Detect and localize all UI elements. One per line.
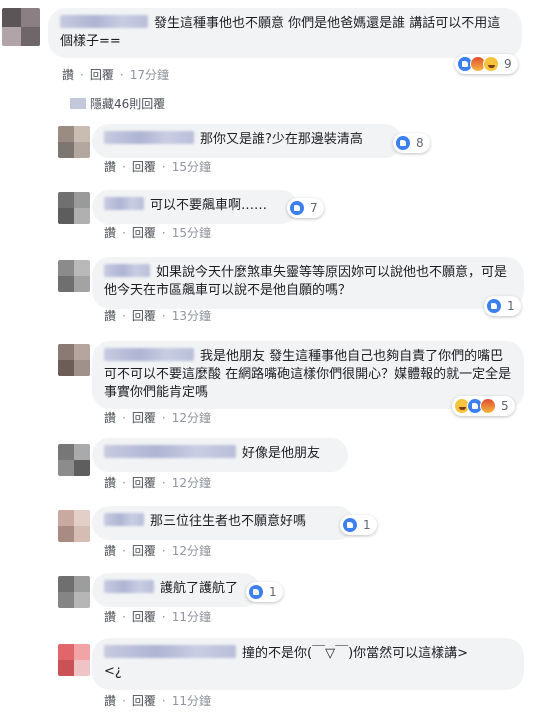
- comment-bubble: 如果說今天什麼煞車失靈等等原因妳可以說他也不願意，可是他今天在市區飆車可以說不是…: [92, 257, 524, 309]
- reply-link[interactable]: 回覆: [132, 694, 156, 708]
- reaction-count: 9: [504, 57, 512, 71]
- like-icon: [342, 517, 358, 533]
- commenter-name[interactable]: [104, 197, 144, 210]
- avatar[interactable]: [58, 510, 90, 542]
- reaction-summary[interactable]: 5: [452, 396, 515, 416]
- comment-actions: 讚 · 回覆 · 11分鐘: [104, 694, 211, 708]
- reaction-count: 7: [310, 201, 318, 215]
- like-icon: [486, 298, 502, 314]
- reaction-summary[interactable]: 1: [484, 296, 521, 316]
- avatar[interactable]: [58, 126, 90, 158]
- like-link[interactable]: 讚: [104, 226, 116, 240]
- reply-link[interactable]: 回覆: [132, 610, 156, 624]
- reaction-count: 1: [363, 518, 371, 532]
- comment-actions: 讚 · 回覆 · 15分鐘: [104, 160, 211, 174]
- comment-text: 如果說今天什麼煞車失靈等等原因妳可以說他也不願意，可是他今天在市區飆車可以說不是…: [104, 265, 508, 298]
- comment-text: 可以不要飆車啊……: [150, 198, 268, 213]
- avatar[interactable]: [58, 444, 90, 476]
- reply-link[interactable]: 回覆: [132, 476, 156, 490]
- reply-link[interactable]: 回覆: [132, 226, 156, 240]
- reply-link[interactable]: 回覆: [132, 544, 156, 558]
- haha-icon: [483, 56, 499, 72]
- timestamp[interactable]: 15分鐘: [172, 160, 211, 174]
- timestamp[interactable]: 11分鐘: [172, 694, 211, 708]
- timestamp[interactable]: 12分鐘: [172, 476, 211, 490]
- timestamp[interactable]: 11分鐘: [172, 610, 211, 624]
- avatar[interactable]: [58, 644, 90, 676]
- avatar[interactable]: [58, 192, 90, 224]
- comment-bubble: 護航了護航了: [92, 573, 260, 607]
- timestamp[interactable]: 13分鐘: [172, 309, 211, 323]
- like-icon: [289, 200, 305, 216]
- comment-actions: 讚 · 回覆 · 12分鐘: [104, 411, 211, 425]
- commenter-name[interactable]: [104, 264, 150, 277]
- avatar[interactable]: [2, 8, 40, 46]
- comment-bubble: 那你又是誰?少在那邊裝清高: [92, 124, 402, 158]
- commenter-name[interactable]: [104, 131, 194, 144]
- comment-actions: 讚 · 回覆 · 13分鐘: [104, 309, 211, 323]
- like-link[interactable]: 讚: [104, 476, 116, 490]
- commenter-name[interactable]: [104, 513, 144, 526]
- comment-text: 好像是他朋友: [242, 446, 321, 461]
- reply-link[interactable]: 回覆: [132, 411, 156, 425]
- comment-text: 那三位往生者也不願意好嗎: [150, 514, 307, 529]
- comment-text: 那你又是誰?少在那邊裝清高: [200, 132, 363, 147]
- like-link[interactable]: 讚: [104, 694, 116, 708]
- commenter-name[interactable]: [104, 580, 154, 593]
- angry-icon: [480, 398, 496, 414]
- reaction-summary[interactable]: 1: [340, 515, 377, 535]
- comment-actions: 讚 · 回覆 · 12分鐘: [104, 476, 211, 490]
- like-icon: [395, 135, 411, 151]
- comment-bubble: 發生這種事他也不願意 你們是他爸媽還是誰 講話可以不用這個樣子==: [48, 8, 522, 58]
- reaction-summary[interactable]: 8: [393, 133, 430, 153]
- reaction-summary[interactable]: 7: [287, 198, 324, 218]
- like-link[interactable]: 讚: [104, 309, 116, 323]
- reaction-count: 1: [507, 299, 515, 313]
- like-link[interactable]: 讚: [62, 68, 74, 82]
- comment-actions: 讚 · 回覆 · 12分鐘: [104, 544, 211, 558]
- timestamp[interactable]: 12分鐘: [172, 411, 211, 425]
- avatar[interactable]: [58, 344, 90, 376]
- comment-bubble: 撞的不是你(￣▽￣)你當然可以這樣講> <¿: [92, 638, 524, 690]
- reaction-count: 5: [501, 399, 509, 413]
- comment-bubble: 好像是他朋友: [92, 438, 348, 472]
- like-link[interactable]: 讚: [104, 610, 116, 624]
- like-link[interactable]: 讚: [104, 411, 116, 425]
- like-link[interactable]: 讚: [104, 160, 116, 174]
- comment-bubble: 那三位往生者也不願意好嗎: [92, 506, 354, 540]
- commenter-name[interactable]: [104, 445, 236, 458]
- commenter-name[interactable]: [104, 348, 194, 361]
- comment-bubble: 可以不要飆車啊……: [92, 190, 298, 224]
- commenter-name[interactable]: [60, 15, 148, 28]
- reaction-summary[interactable]: 1: [246, 582, 283, 602]
- like-icon: [248, 584, 264, 600]
- timestamp[interactable]: 17分鐘: [130, 68, 169, 82]
- reply-link[interactable]: 回覆: [132, 160, 156, 174]
- comment-actions: 讚 · 回覆 · 17分鐘: [62, 68, 169, 82]
- hidden-replies-link[interactable]: 隱藏46則回覆: [70, 95, 165, 112]
- reaction-count: 1: [269, 585, 277, 599]
- avatar[interactable]: [58, 576, 90, 608]
- reaction-count: 8: [416, 136, 424, 150]
- comment-text: 護航了護航了: [160, 581, 239, 596]
- avatar[interactable]: [58, 260, 90, 292]
- hidden-replies-label: 隱藏46則回覆: [90, 97, 166, 111]
- timestamp[interactable]: 15分鐘: [172, 226, 211, 240]
- comment-actions: 讚 · 回覆 · 15分鐘: [104, 226, 211, 240]
- reply-link[interactable]: 回覆: [132, 309, 156, 323]
- like-link[interactable]: 讚: [104, 544, 116, 558]
- comment-actions: 讚 · 回覆 · 11分鐘: [104, 610, 211, 624]
- commenter-name[interactable]: [104, 645, 236, 658]
- reply-link[interactable]: 回覆: [90, 68, 114, 82]
- timestamp[interactable]: 12分鐘: [172, 544, 211, 558]
- reply-arrow-icon: [70, 98, 86, 109]
- reaction-summary[interactable]: 9: [455, 54, 518, 74]
